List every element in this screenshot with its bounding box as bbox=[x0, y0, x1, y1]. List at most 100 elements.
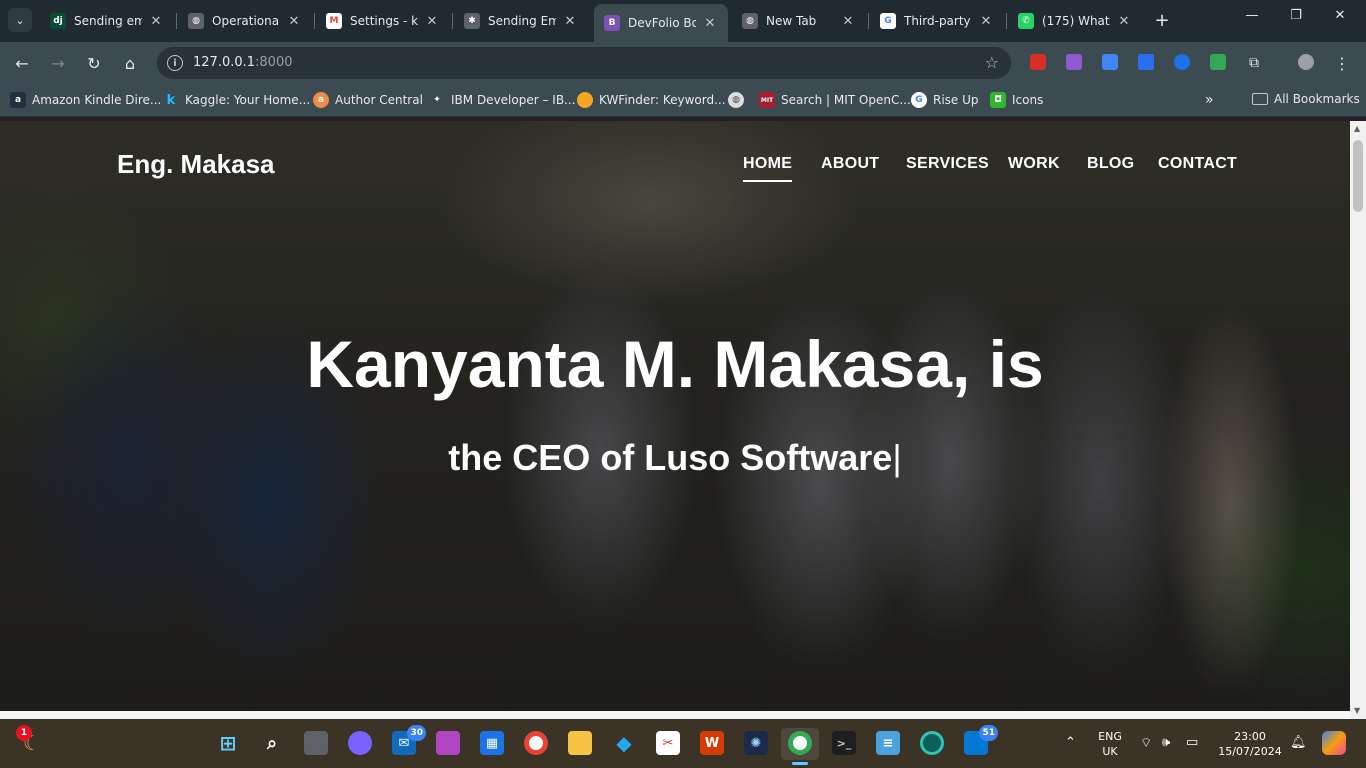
close-icon[interactable]: ✕ bbox=[1116, 14, 1132, 29]
search-icon[interactable]: ⌕ bbox=[260, 731, 284, 755]
tab-strip: ⌄ dj Sending ema ✕ ◍ OperationalE ✕ M Se… bbox=[0, 0, 1366, 42]
extension-green-icon[interactable] bbox=[1210, 54, 1226, 70]
close-icon[interactable]: ✕ bbox=[148, 14, 164, 29]
translate-extension-icon[interactable] bbox=[1102, 54, 1118, 70]
chrome-icon[interactable] bbox=[524, 731, 548, 755]
tab-5[interactable]: ◍ New Tab ✕ bbox=[732, 6, 866, 36]
site-info-icon[interactable]: i bbox=[167, 55, 183, 71]
nav-about[interactable]: ABOUT bbox=[821, 155, 879, 173]
profile-avatar[interactable] bbox=[1298, 54, 1314, 70]
close-icon[interactable]: ✕ bbox=[562, 14, 578, 29]
nav-home[interactable]: HOME bbox=[743, 155, 793, 182]
scrollbar-thumb[interactable] bbox=[1353, 140, 1363, 212]
close-icon[interactable]: ✕ bbox=[840, 14, 856, 29]
snipping-tool-icon[interactable]: ✂ bbox=[656, 731, 680, 755]
typing-cursor: | bbox=[892, 437, 902, 478]
nav-work[interactable]: WORK bbox=[1008, 155, 1060, 173]
close-window-icon[interactable]: ✕ bbox=[1320, 8, 1360, 23]
scroll-down-arrow-icon[interactable]: ▼ bbox=[1354, 706, 1360, 715]
tab-3[interactable]: ✱ Sending Ema ✕ bbox=[454, 6, 588, 36]
django-icon: dj bbox=[50, 13, 66, 29]
extensions-puzzle-icon[interactable]: ⧉ bbox=[1242, 51, 1266, 75]
back-arrow-icon[interactable]: ← bbox=[10, 51, 34, 75]
tab-7[interactable]: ✆ (175) Whats/ ✕ bbox=[1008, 6, 1142, 36]
brightness-app-icon[interactable]: ✺ bbox=[744, 731, 768, 755]
store-badge: 51 bbox=[979, 725, 998, 741]
start-windows-icon[interactable]: ⊞ bbox=[216, 731, 240, 755]
vscode-icon[interactable]: ◆ bbox=[612, 731, 636, 755]
site-brand[interactable]: Eng. Makasa bbox=[117, 149, 275, 180]
clock-date: 15/07/2024 bbox=[1218, 745, 1282, 758]
tab-6[interactable]: G Third-party a ✕ bbox=[870, 6, 1004, 36]
restore-icon[interactable]: ❐ bbox=[1276, 8, 1316, 23]
weather-moon-icon[interactable]: ☾ 1 bbox=[16, 725, 44, 755]
show-hidden-icons-chevron-icon[interactable]: ⌃ bbox=[1065, 735, 1076, 750]
minimize-icon[interactable]: — bbox=[1232, 8, 1272, 23]
close-icon[interactable]: ✕ bbox=[286, 14, 302, 29]
forward-arrow-icon[interactable]: → bbox=[46, 51, 70, 75]
task-view-icon[interactable] bbox=[304, 731, 328, 755]
openai-icon: ✱ bbox=[464, 13, 480, 29]
globe-icon: ◍ bbox=[188, 13, 204, 29]
bookmark-star-icon[interactable]: ☆ bbox=[985, 53, 999, 72]
bookmark-rise-up[interactable]: G Rise Up bbox=[911, 92, 979, 108]
bookmark-kwfinder[interactable]: KWFinder: Keyword... bbox=[577, 92, 726, 108]
calendar-icon[interactable]: ▦ bbox=[480, 731, 504, 755]
url-text[interactable]: 127.0.0.1:8000 bbox=[193, 55, 293, 70]
bookmark-author-central[interactable]: a Author Central bbox=[313, 92, 423, 108]
scroll-up-arrow-icon[interactable]: ▲ bbox=[1354, 124, 1360, 133]
kwfinder-icon bbox=[577, 92, 593, 108]
file-explorer-icon[interactable] bbox=[568, 731, 592, 755]
extension-red-icon[interactable] bbox=[1030, 54, 1046, 70]
tab-search-icon[interactable]: ⌄ bbox=[8, 8, 32, 32]
terminal-icon[interactable]: >_ bbox=[832, 731, 856, 755]
tab-title: Third-party a bbox=[904, 14, 972, 28]
notifications-bell-icon[interactable]: 🔔︎ bbox=[1290, 735, 1307, 750]
close-icon[interactable]: ✕ bbox=[702, 16, 718, 31]
tab-0[interactable]: dj Sending ema ✕ bbox=[40, 6, 174, 36]
bookmark-globe[interactable]: ◍ bbox=[728, 92, 750, 108]
volume-icon[interactable]: 🕪 bbox=[1162, 735, 1170, 750]
all-bookmarks[interactable]: All Bookmarks bbox=[1252, 92, 1360, 106]
bookmark-label: IBM Developer – IB... bbox=[451, 93, 576, 107]
battery-icon[interactable]: ▭ bbox=[1186, 735, 1198, 750]
clock[interactable]: 23:00 15/07/2024 bbox=[1214, 730, 1286, 758]
language-indicator[interactable]: ENG UK bbox=[1094, 730, 1126, 758]
new-tab-plus-icon[interactable]: + bbox=[1152, 10, 1172, 31]
extension-purple-icon[interactable] bbox=[1066, 54, 1082, 70]
screen-recorder-icon[interactable] bbox=[920, 731, 944, 755]
chrome-profile-icon[interactable] bbox=[788, 731, 812, 755]
gmail-icon: M bbox=[326, 13, 342, 29]
more-bookmarks-chevron-icon[interactable]: » bbox=[1205, 92, 1214, 108]
copilot-icon[interactable] bbox=[1322, 731, 1346, 755]
tab-1[interactable]: ◍ OperationalE ✕ bbox=[178, 6, 312, 36]
mail-icon[interactable]: ✉ 30 bbox=[392, 725, 426, 755]
bookmark-mit-ocw[interactable]: MIT Search | MIT OpenC... bbox=[759, 92, 911, 108]
hero-overlay bbox=[0, 121, 1350, 719]
tab-4-active[interactable]: B DevFolio Boo ✕ bbox=[594, 4, 728, 42]
clipchamp-icon[interactable] bbox=[436, 731, 460, 755]
close-icon[interactable]: ✕ bbox=[978, 14, 994, 29]
home-icon[interactable]: ⌂ bbox=[118, 51, 142, 75]
nav-services[interactable]: SERVICES bbox=[906, 155, 989, 173]
extension-ai-icon[interactable] bbox=[1138, 54, 1154, 70]
bookmark-icons[interactable]: ◘ Icons bbox=[990, 92, 1043, 108]
whatsapp-icon: ✆ bbox=[1018, 13, 1034, 29]
bookmark-kaggle[interactable]: k Kaggle: Your Home... bbox=[163, 92, 310, 108]
teams-chat-icon[interactable] bbox=[348, 731, 372, 755]
nav-contact[interactable]: CONTACT bbox=[1158, 155, 1237, 173]
bookmark-amazon[interactable]: a Amazon Kindle Dire... bbox=[10, 92, 161, 108]
address-bar[interactable]: i 127.0.0.1:8000 ☆ bbox=[157, 47, 1011, 79]
microsoft-store-icon[interactable]: 51 bbox=[964, 725, 998, 755]
nav-blog[interactable]: BLOG bbox=[1087, 155, 1134, 173]
menu-kebab-icon[interactable]: ⋮ bbox=[1330, 51, 1354, 75]
close-icon[interactable]: ✕ bbox=[424, 14, 440, 29]
reload-icon[interactable]: ↻ bbox=[82, 51, 106, 75]
wps-office-icon[interactable]: W bbox=[700, 731, 724, 755]
bookmark-ibm[interactable]: ✦ IBM Developer – IB... bbox=[429, 92, 576, 108]
windows-taskbar: ☾ 1 ⊞ ⌕ ✉ 30 ▦ ◆ ✂ W ✺ >_ ≡ 51 ⌃ ENG UK … bbox=[0, 719, 1366, 768]
wifi-icon[interactable]: ⌔ bbox=[1140, 735, 1152, 751]
tab-2[interactable]: M Settings - ka ✕ bbox=[316, 6, 450, 36]
notepad-icon[interactable]: ≡ bbox=[876, 731, 900, 755]
extension-blue-icon[interactable] bbox=[1174, 54, 1190, 70]
